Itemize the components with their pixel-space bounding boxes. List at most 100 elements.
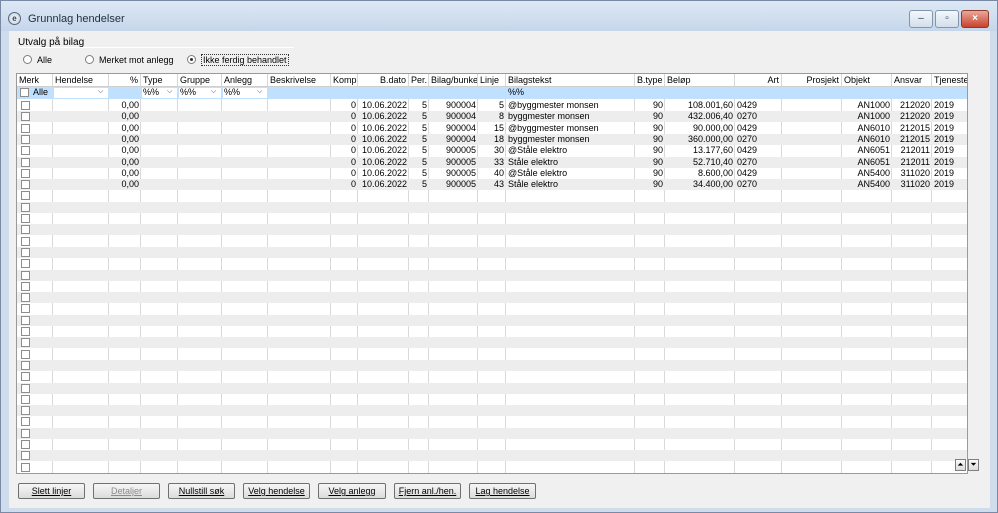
remove-asset-event-button[interactable]: Fjern anl./hen.	[394, 483, 461, 499]
column-header-beskrivelse[interactable]: Beskrivelse	[268, 74, 331, 86]
table-row[interactable]: 0,00 0 10.06.2022 5 900005 43 Ståle elektro 90 3…	[17, 179, 967, 191]
row-select-checkbox[interactable]	[21, 180, 30, 190]
column-header-bel-p[interactable]: Beløp	[665, 74, 735, 86]
details-button[interactable]: Detaljer	[93, 483, 160, 499]
empty-table-row[interactable]	[17, 450, 967, 462]
empty-table-row[interactable]	[17, 190, 967, 201]
events-grid[interactable]: Merk Hendelse% Type Gruppe Anlegg Beskrivelse…	[16, 73, 968, 474]
row-select-checkbox[interactable]	[21, 191, 30, 201]
table-row[interactable]: 0,00 0 10.06.2022 5 900005 33 Ståle elektro 90 5…	[17, 156, 967, 168]
filter-merk-checkbox[interactable]	[20, 88, 29, 97]
row-select-checkbox[interactable]	[21, 202, 30, 212]
row-select-checkbox[interactable]	[21, 315, 30, 325]
row-select-checkbox[interactable]	[21, 451, 30, 461]
column-header-bilagstekst[interactable]: Bilagstekst	[506, 74, 635, 86]
column-header-ansvar[interactable]: Ansvar	[892, 74, 932, 86]
column-header-tjeneste[interactable]: Tjeneste	[932, 74, 967, 86]
empty-table-row[interactable]	[17, 269, 967, 281]
column-header-anlegg[interactable]: Anlegg	[222, 74, 268, 86]
row-select-checkbox[interactable]	[21, 123, 30, 133]
row-select-checkbox[interactable]	[21, 406, 30, 416]
row-select-checkbox[interactable]	[21, 112, 30, 122]
reset-search-button[interactable]: Nullstill søk	[168, 483, 235, 499]
column-header-prosjekt[interactable]: Prosjekt	[782, 74, 842, 86]
minimize-button[interactable]: –	[909, 10, 933, 28]
scroll-up-button[interactable]: ⏶	[955, 459, 966, 471]
empty-table-row[interactable]	[17, 337, 967, 349]
empty-table-row[interactable]	[17, 427, 967, 439]
empty-table-row[interactable]	[17, 224, 967, 236]
row-select-checkbox[interactable]	[21, 225, 30, 235]
empty-table-row[interactable]	[17, 416, 967, 427]
row-select-checkbox[interactable]	[21, 327, 30, 336]
empty-table-row[interactable]	[17, 349, 967, 360]
row-select-checkbox[interactable]	[21, 462, 30, 472]
column-header-gruppe[interactable]: Gruppe	[178, 74, 222, 86]
radio-merket-mot-anlegg[interactable]: Merket mot anlegg	[85, 54, 174, 65]
row-select-checkbox[interactable]	[21, 428, 30, 438]
column-header-objekt[interactable]: Objekt	[842, 74, 892, 86]
row-select-checkbox[interactable]	[21, 360, 30, 370]
empty-table-row[interactable]	[17, 382, 967, 394]
row-select-checkbox[interactable]	[21, 293, 30, 303]
select-event-button[interactable]: Velg hendelse	[243, 483, 310, 499]
column-header-art[interactable]: Art	[735, 74, 782, 86]
title-bar[interactable]: e Grunnlag hendelser – ▫ ×	[1, 1, 997, 31]
maximize-button[interactable]: ▫	[935, 10, 959, 28]
filter-bilagstekst-value[interactable]: %%	[506, 87, 635, 99]
column-header-hendelse[interactable]: Hendelse	[53, 74, 109, 86]
row-select-checkbox[interactable]	[21, 372, 30, 382]
empty-table-row[interactable]	[17, 314, 967, 326]
empty-table-row[interactable]	[17, 405, 967, 417]
radio-circle[interactable]	[23, 55, 32, 64]
row-select-checkbox[interactable]	[21, 157, 30, 167]
row-select-checkbox[interactable]	[21, 134, 30, 144]
chevron-down-icon[interactable]: ⌵	[98, 88, 103, 96]
empty-table-row[interactable]	[17, 359, 967, 371]
column-header-bilag-bunke[interactable]: Bilag/bunke	[429, 74, 478, 86]
row-select-checkbox[interactable]	[21, 338, 30, 348]
empty-table-row[interactable]	[17, 472, 967, 473]
empty-table-row[interactable]	[17, 326, 967, 337]
column-header-b-dato[interactable]: B.dato	[358, 74, 409, 86]
radio-circle-selected[interactable]	[187, 55, 196, 64]
empty-table-row[interactable]	[17, 394, 967, 405]
chevron-down-icon[interactable]: ⌵	[211, 88, 216, 96]
column-header-per-[interactable]: Per.	[409, 74, 429, 86]
create-event-button[interactable]: Lag hendelse	[469, 483, 536, 499]
empty-table-row[interactable]	[17, 462, 967, 473]
delete-lines-button[interactable]: Slett linjer	[18, 483, 85, 499]
radio-ikke-ferdig-behandlet[interactable]: Ikke ferdig behandlet	[187, 53, 289, 66]
grid-filter-row[interactable]: Alle ⌵%% ⌵%% ⌵%% ⌵%%	[17, 87, 967, 99]
row-select-checkbox[interactable]	[21, 247, 30, 257]
empty-table-row[interactable]	[17, 371, 967, 382]
chevron-down-icon[interactable]: ⌵	[257, 88, 262, 96]
empty-table-row[interactable]	[17, 236, 967, 247]
column-header-linje[interactable]: Linje	[478, 74, 506, 86]
column-header-merk[interactable]: Merk	[17, 74, 53, 86]
row-select-checkbox[interactable]	[21, 270, 30, 280]
table-row[interactable]: 0,00 0 10.06.2022 5 900004 8 byggmester monsen…	[17, 111, 967, 123]
empty-table-row[interactable]	[17, 213, 967, 224]
empty-table-row[interactable]	[17, 292, 967, 304]
row-select-checkbox[interactable]	[21, 236, 30, 246]
select-asset-button[interactable]: Velg anlegg	[318, 483, 386, 499]
radio-alle[interactable]: Alle	[23, 54, 52, 65]
row-select-checkbox[interactable]	[21, 304, 30, 314]
column-header-type[interactable]: Type	[141, 74, 178, 86]
filter-merk-value[interactable]: Alle	[31, 87, 53, 99]
row-select-checkbox[interactable]	[21, 394, 30, 404]
row-select-checkbox[interactable]	[21, 101, 30, 110]
row-select-checkbox[interactable]	[21, 440, 30, 449]
row-select-checkbox[interactable]	[21, 214, 30, 223]
table-row[interactable]: 0,00 0 10.06.2022 5 900005 30 @Ståle elektro 90…	[17, 145, 967, 156]
close-button[interactable]: ×	[961, 10, 989, 28]
row-select-checkbox[interactable]	[21, 383, 30, 393]
table-row[interactable]: 0,00 0 10.06.2022 5 900004 15 @byggmester mons…	[17, 123, 967, 134]
row-select-checkbox[interactable]	[21, 168, 30, 178]
row-select-checkbox[interactable]	[21, 146, 30, 156]
row-select-checkbox[interactable]	[21, 281, 30, 291]
chevron-down-icon[interactable]: ⌵	[167, 88, 172, 96]
column-header--[interactable]: %	[109, 74, 141, 86]
scroll-down-button[interactable]: ⏷	[968, 459, 979, 471]
